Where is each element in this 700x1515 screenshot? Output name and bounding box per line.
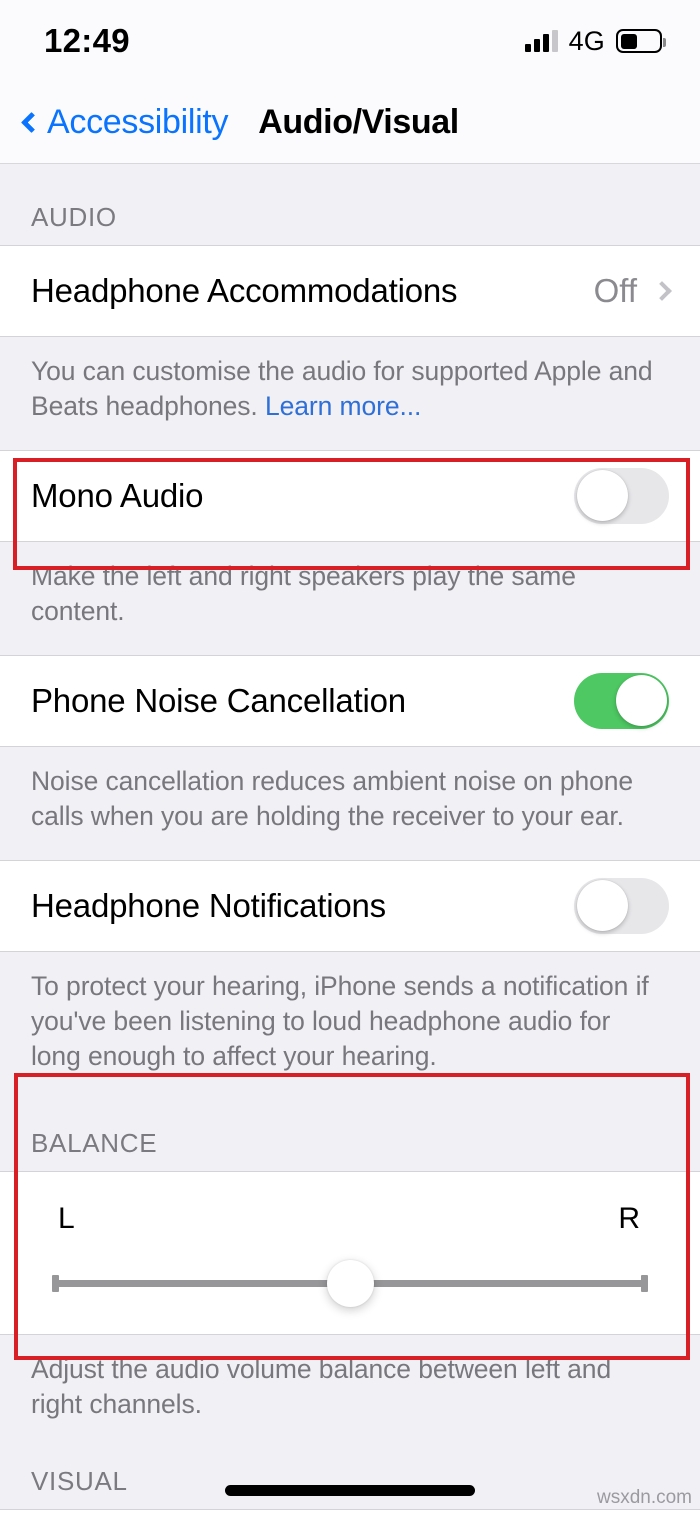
chevron-left-icon	[20, 111, 43, 134]
slider-end-cap-right	[641, 1274, 648, 1292]
footnote-balance: Adjust the audio volume balance between …	[0, 1334, 700, 1448]
section-header-balance: BALANCE	[0, 1099, 700, 1171]
network-type-label: 4G	[568, 25, 605, 56]
row-label-mono-audio: Mono Audio	[31, 476, 204, 514]
toggle-knob	[576, 880, 628, 932]
row-headphone-notifications[interactable]: Headphone Notifications	[0, 859, 700, 952]
section-header-visual: VISUAL	[0, 1447, 700, 1509]
footnote-phone-noise-cancellation: Noise cancellation reduces ambient noise…	[0, 746, 700, 860]
footnote-headphone-accommodations: You can customise the audio for supporte…	[0, 337, 700, 450]
home-indicator	[225, 1485, 475, 1496]
battery-icon	[616, 29, 666, 53]
toggle-knob	[576, 470, 628, 522]
balance-right-label: R	[618, 1201, 640, 1235]
balance-slider-panel[interactable]: L R	[0, 1170, 700, 1335]
row-label-headphone-notifications: Headphone Notifications	[31, 886, 386, 924]
row-headphone-accommodations[interactable]: Headphone Accommodations Off	[0, 245, 700, 337]
row-label-phone-noise-cancellation: Phone Noise Cancellation	[31, 681, 406, 719]
row-label-headphone-accommodations: Headphone Accommodations	[31, 272, 458, 309]
slider-end-cap-left	[52, 1274, 59, 1292]
watermark: wsxdn.com	[596, 1487, 692, 1508]
navigation-bar: Accessibility Audio/Visual	[0, 82, 700, 164]
section-header-audio: AUDIO	[0, 164, 700, 245]
row-mono-audio[interactable]: Mono Audio	[0, 449, 700, 542]
status-bar-clock: 12:49	[44, 22, 130, 59]
cellular-signal-icon	[524, 30, 558, 52]
settings-list[interactable]: AUDIO Headphone Accommodations Off You c…	[0, 164, 700, 1515]
iphone-screen: 12:49 4G Accessibility Audio/Visual AUDI…	[0, 0, 700, 1515]
back-button-label: Accessibility	[47, 103, 229, 141]
balance-endpoint-labels: L R	[0, 1172, 700, 1236]
chevron-right-icon	[652, 281, 672, 301]
toggle-phone-noise-cancellation[interactable]	[574, 672, 669, 729]
footnote-headphone-notifications: To protect your hearing, iPhone sends a …	[0, 951, 700, 1100]
status-bar-indicators: 4G	[524, 25, 666, 57]
learn-more-link[interactable]: Learn more...	[265, 391, 421, 421]
row-phone-noise-cancellation[interactable]: Phone Noise Cancellation	[0, 654, 700, 747]
row-led-flash-for-alerts[interactable]: LED Flash for Alerts	[0, 1508, 700, 1515]
toggle-headphone-notifications[interactable]	[574, 877, 669, 934]
footnote-mono-audio: Make the left and right speakers play th…	[0, 541, 700, 655]
status-bar: 12:49 4G	[0, 0, 700, 82]
toggle-mono-audio[interactable]	[574, 467, 669, 524]
slider-thumb[interactable]	[327, 1259, 374, 1307]
balance-left-label: L	[58, 1201, 75, 1235]
row-value-headphone-accommodations: Off	[593, 272, 637, 309]
back-button[interactable]: Accessibility	[16, 103, 229, 142]
page-title: Audio/Visual	[258, 103, 459, 141]
toggle-knob	[615, 675, 667, 727]
row-accessory-headphone-accommodations: Off	[593, 272, 672, 310]
balance-slider[interactable]	[0, 1236, 700, 1334]
